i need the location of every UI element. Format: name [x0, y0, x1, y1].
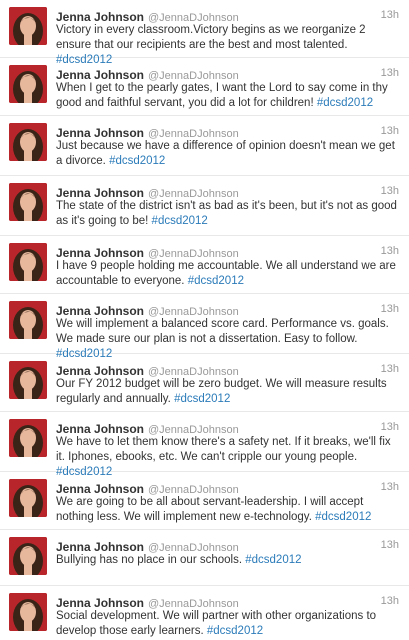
tweet-time[interactable]: 13h: [381, 67, 399, 79]
tweet-text: We are going to be all about servant-lea…: [56, 495, 400, 525]
tweet-header: Jenna Johnson @JennaDJohnson 13h: [56, 244, 399, 260]
tweet-text: I have 9 people holding me accountable. …: [56, 259, 400, 289]
tweet[interactable]: Jenna Johnson @JennaDJohnson 13h I have 9…: [0, 236, 409, 294]
tweet[interactable]: Jenna Johnson @JennaDJohnson 13h Victory …: [0, 0, 409, 66]
tweet-header: Jenna Johnson @JennaDJohnson 13h: [56, 420, 399, 436]
tweet[interactable]: Jenna Johnson @JennaDJohnson 13h Bullying…: [0, 530, 409, 586]
tweet-text: Our FY 2012 budget will be zero budget. …: [56, 377, 400, 407]
tweet-text: When I get to the pearly gates, I want t…: [56, 81, 400, 111]
tweet[interactable]: Jenna Johnson @JennaDJohnson 13h Our FY 2…: [0, 354, 409, 412]
avatar[interactable]: [9, 243, 47, 281]
tweet-header: Jenna Johnson @JennaDJohnson 13h: [56, 184, 399, 200]
avatar[interactable]: [9, 301, 47, 339]
author-name[interactable]: Jenna Johnson: [56, 364, 144, 378]
author-name[interactable]: Jenna Johnson: [56, 126, 144, 140]
tweet-time[interactable]: 13h: [381, 303, 399, 315]
author-name[interactable]: Jenna Johnson: [56, 482, 144, 496]
avatar[interactable]: [9, 65, 47, 103]
tweet-text-content: Bullying has no place in our schools.: [56, 554, 243, 566]
author-name[interactable]: Jenna Johnson: [56, 186, 144, 200]
tweet[interactable]: Jenna Johnson @JennaDJohnson 13h We have …: [0, 412, 409, 478]
tweet[interactable]: Jenna Johnson @JennaDJohnson 13h We will …: [0, 294, 409, 360]
tweet-text-content: The state of the district isn't as bad a…: [56, 200, 397, 227]
tweet[interactable]: Jenna Johnson @JennaDJohnson 13h Just bec…: [0, 116, 409, 176]
tweet[interactable]: Jenna Johnson @JennaDJohnson 13h The stat…: [0, 176, 409, 236]
avatar[interactable]: [9, 537, 47, 575]
tweet[interactable]: Jenna Johnson @JennaDJohnson 13h We are g…: [0, 472, 409, 530]
tweet-text: Just because we have a difference of opi…: [56, 139, 400, 169]
tweet-time[interactable]: 13h: [381, 185, 399, 197]
avatar[interactable]: [9, 479, 47, 517]
tweet-header: Jenna Johnson @JennaDJohnson 13h: [56, 538, 399, 554]
tweet-time[interactable]: 13h: [381, 363, 399, 375]
tweet-header: Jenna Johnson @JennaDJohnson 13h: [56, 8, 399, 24]
tweet-text: Social development. We will partner with…: [56, 609, 400, 639]
author-name[interactable]: Jenna Johnson: [56, 68, 144, 82]
tweet-text: The state of the district isn't as bad a…: [56, 199, 400, 229]
tweet-time[interactable]: 13h: [381, 481, 399, 493]
tweet-time[interactable]: 13h: [381, 245, 399, 257]
tweet-time[interactable]: 13h: [381, 595, 399, 607]
author-name[interactable]: Jenna Johnson: [56, 540, 144, 554]
tweet-timeline: Jenna Johnson @JennaDJohnson 13h Victory …: [0, 0, 409, 640]
tweet-header: Jenna Johnson @JennaDJohnson 13h: [56, 362, 399, 378]
tweet-time[interactable]: 13h: [381, 125, 399, 137]
tweet-time[interactable]: 13h: [381, 421, 399, 433]
hashtag-link[interactable]: #dcsd2012: [315, 511, 371, 523]
tweet-text-content: Victory in every classroom.Victory begin…: [56, 24, 366, 51]
author-name[interactable]: Jenna Johnson: [56, 246, 144, 260]
hashtag-link[interactable]: #dcsd2012: [174, 393, 230, 405]
hashtag-link[interactable]: #dcsd2012: [245, 554, 301, 566]
avatar[interactable]: [9, 7, 47, 45]
tweet-header: Jenna Johnson @JennaDJohnson 13h: [56, 66, 399, 82]
tweet-header: Jenna Johnson @JennaDJohnson 13h: [56, 594, 399, 610]
hashtag-link[interactable]: #dcsd2012: [188, 275, 244, 287]
tweet-header: Jenna Johnson @JennaDJohnson 13h: [56, 124, 399, 140]
tweet[interactable]: Jenna Johnson @JennaDJohnson 13h When I g…: [0, 58, 409, 116]
tweet-time[interactable]: 13h: [381, 539, 399, 551]
tweet-text: Bullying has no place in our schools. #d…: [56, 553, 400, 568]
avatar[interactable]: [9, 419, 47, 457]
author-name[interactable]: Jenna Johnson: [56, 10, 144, 24]
tweet[interactable]: Jenna Johnson @JennaDJohnson 13h Social d…: [0, 586, 409, 640]
hashtag-link[interactable]: #dcsd2012: [207, 625, 263, 637]
author-name[interactable]: Jenna Johnson: [56, 596, 144, 610]
hashtag-link[interactable]: #dcsd2012: [317, 97, 373, 109]
tweet-header: Jenna Johnson @JennaDJohnson 13h: [56, 302, 399, 318]
author-name[interactable]: Jenna Johnson: [56, 422, 144, 436]
avatar[interactable]: [9, 123, 47, 161]
tweet-header: Jenna Johnson @JennaDJohnson 13h: [56, 480, 399, 496]
hashtag-link[interactable]: #dcsd2012: [152, 215, 208, 227]
author-name[interactable]: Jenna Johnson: [56, 304, 144, 318]
tweet-text-content: Just because we have a difference of opi…: [56, 140, 395, 167]
avatar[interactable]: [9, 183, 47, 221]
tweet-time[interactable]: 13h: [381, 9, 399, 21]
avatar[interactable]: [9, 593, 47, 631]
avatar[interactable]: [9, 361, 47, 399]
hashtag-link[interactable]: #dcsd2012: [109, 155, 165, 167]
tweet-text-content: We will implement a balanced score card.…: [56, 318, 389, 345]
tweet-text-content: We have to let them know there's a safet…: [56, 436, 391, 463]
